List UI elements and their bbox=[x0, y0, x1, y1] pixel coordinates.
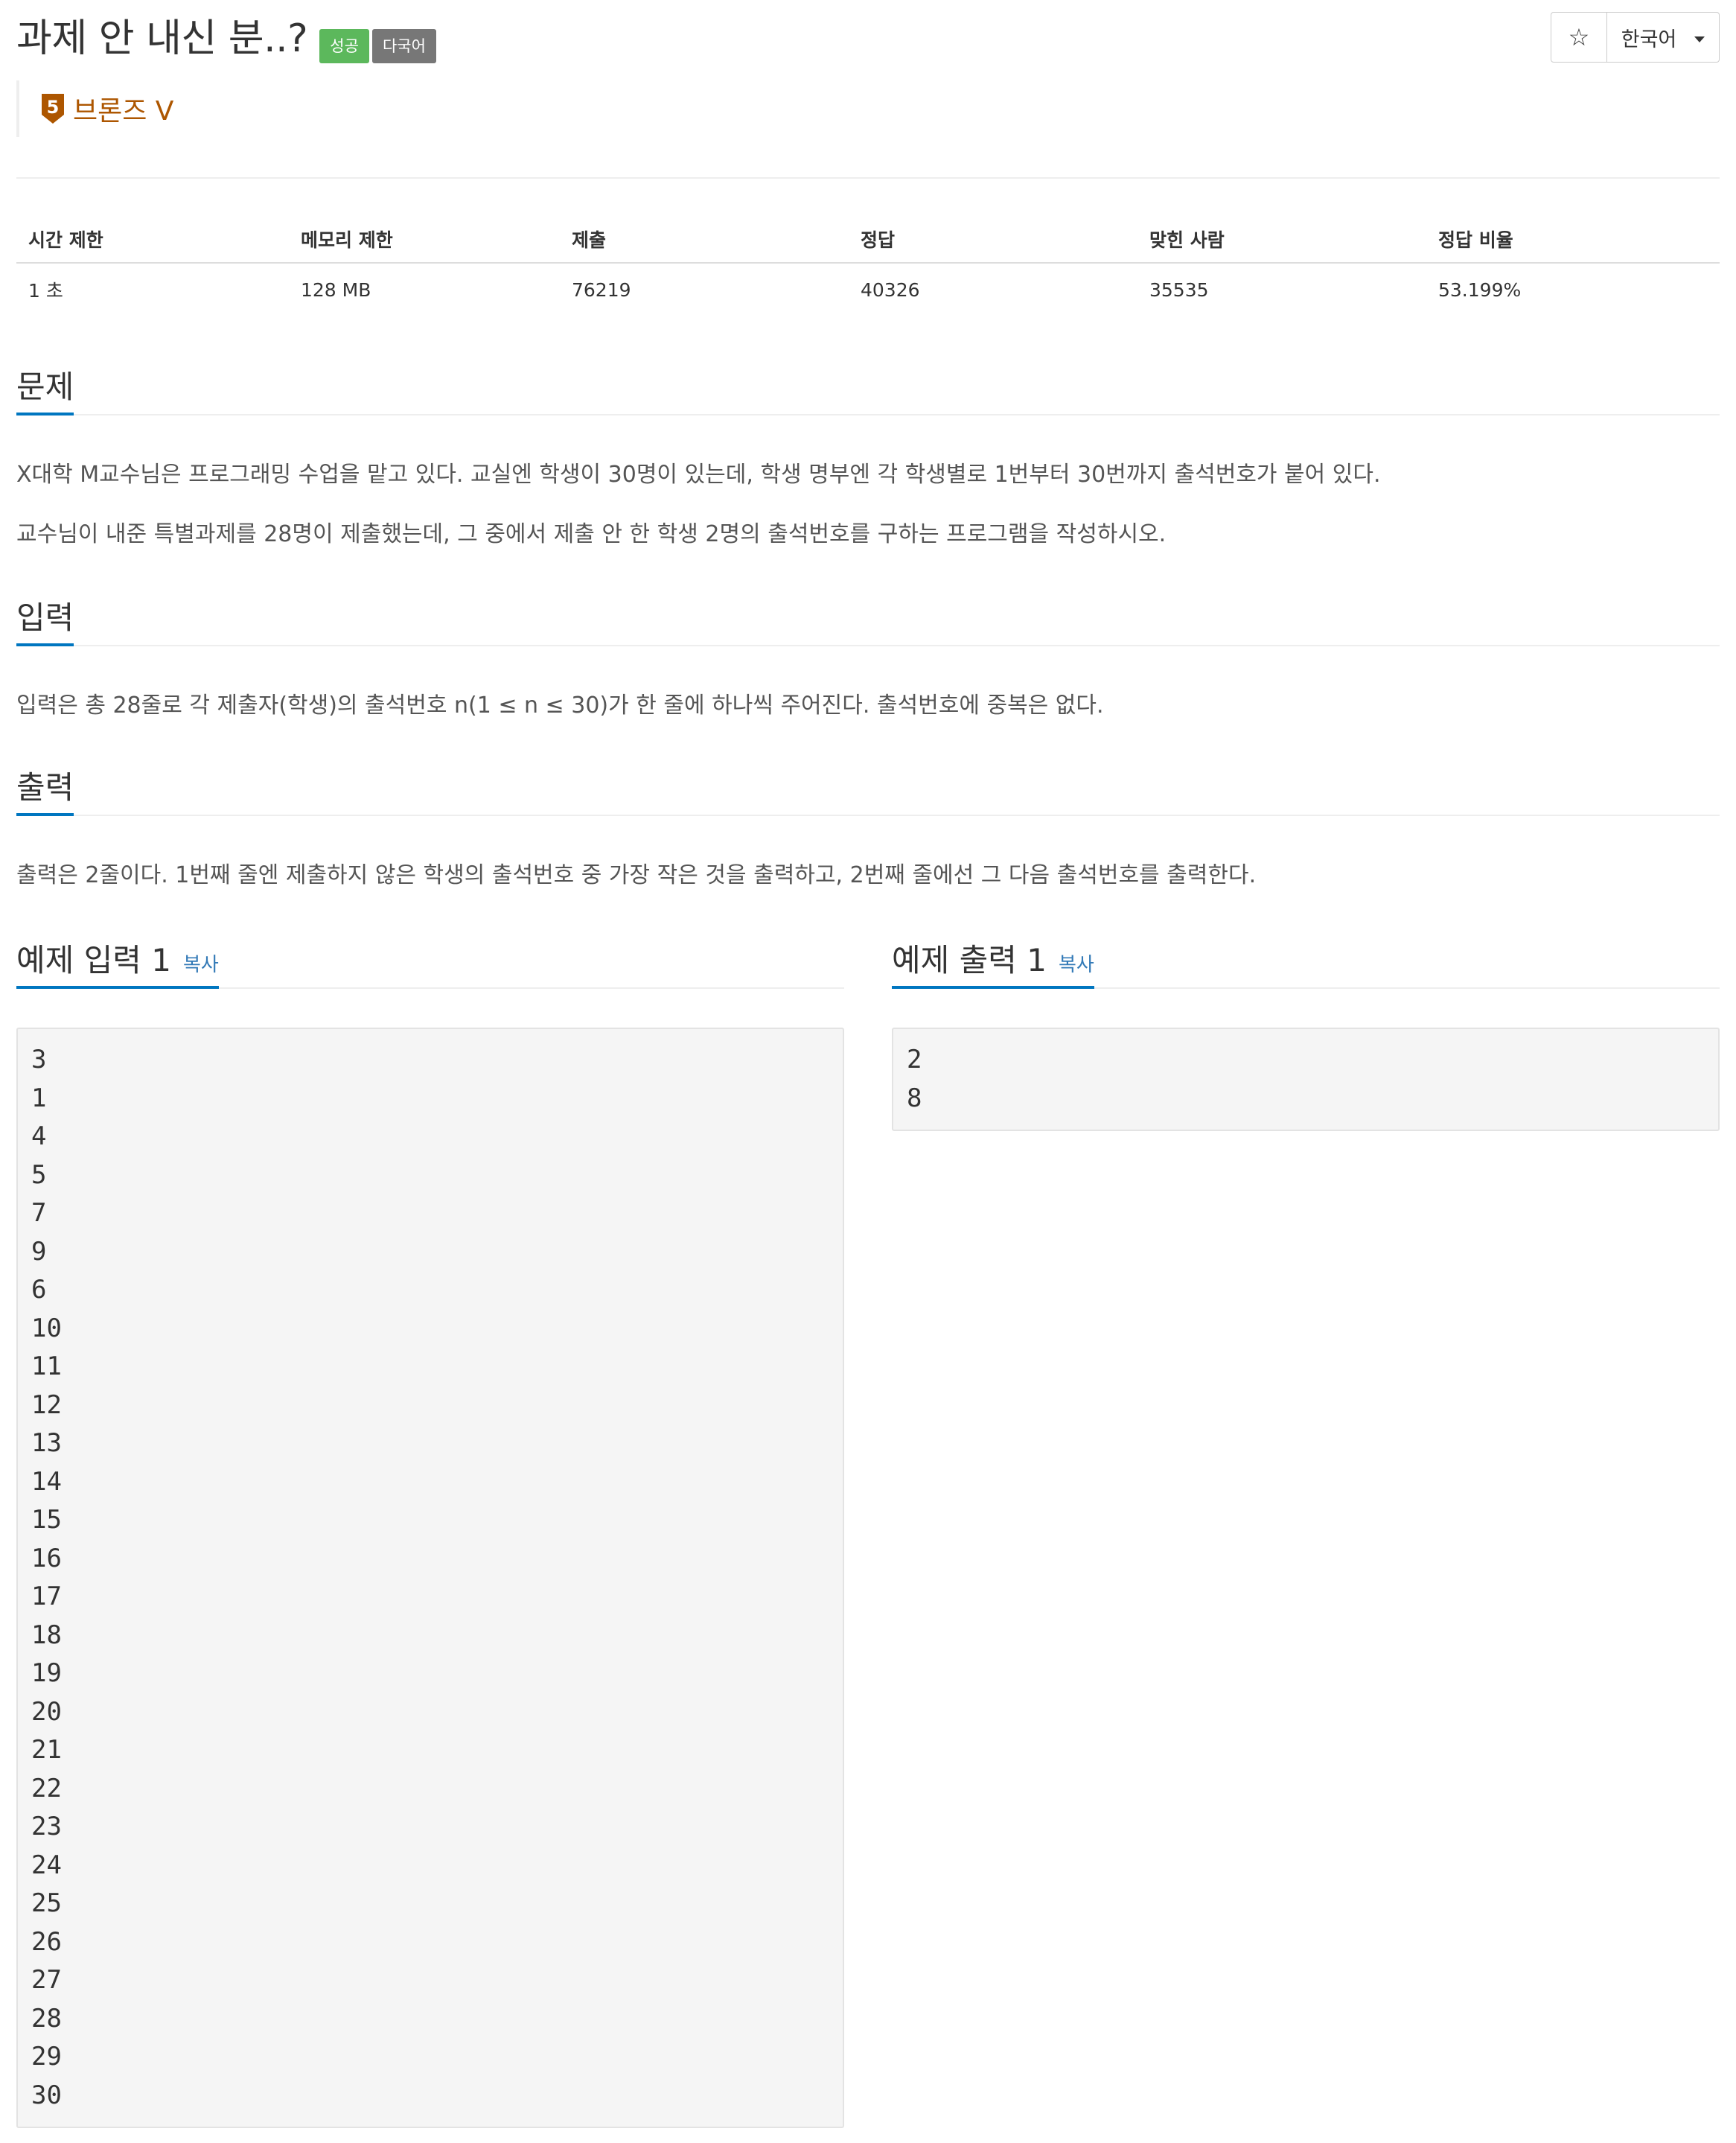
memory-limit-value: 128 MB bbox=[301, 278, 371, 301]
output-description: 출력은 2줄이다. 1번째 줄엔 제출하지 않은 학생의 출석번호 중 가장 작… bbox=[16, 862, 1257, 888]
header-solvers: 맞힌 사람 bbox=[1149, 229, 1225, 251]
header-submissions: 제출 bbox=[572, 229, 607, 251]
sample-output-headline: 예제 출력 1 복사 bbox=[892, 935, 1720, 989]
sample-input-box[interactable]: 3 1 4 5 7 9 6 10 11 12 13 14 15 16 17 18… bbox=[16, 1028, 844, 2128]
sample-input-heading: 예제 입력 1 복사 bbox=[16, 937, 219, 989]
header-actions: ☆ 한국어 bbox=[1551, 12, 1720, 63]
input-section: 입력 입력은 총 28줄로 각 제출자(학생)의 출석번호 n(1 ≤ n ≤ … bbox=[16, 593, 1720, 722]
divider bbox=[16, 177, 1720, 179]
sample-output-box[interactable]: 2 8 bbox=[892, 1028, 1720, 1131]
input-headline: 입력 bbox=[16, 593, 1720, 646]
description-heading: 문제 bbox=[16, 363, 74, 415]
output-heading: 출력 bbox=[16, 764, 74, 816]
time-limit-value: 1 초 bbox=[28, 280, 63, 302]
accept-ratio-value: 53.199% bbox=[1438, 278, 1522, 301]
problem-info-table: 시간 제한 메모리 제한 제출 정답 맞힌 사람 정답 비율 1 초 128 M… bbox=[16, 216, 1720, 316]
favorite-button[interactable]: ☆ bbox=[1551, 13, 1607, 62]
header-memory-limit: 메모리 제한 bbox=[301, 229, 393, 251]
star-icon: ☆ bbox=[1568, 23, 1590, 51]
input-description: 입력은 총 28줄로 각 제출자(학생)의 출석번호 n(1 ≤ n ≤ 30)… bbox=[16, 692, 1104, 719]
tier-badge[interactable]: 5 브론즈 V bbox=[16, 80, 173, 137]
accepted-value: 40326 bbox=[861, 278, 920, 301]
sample-output-title: 예제 출력 1 bbox=[892, 942, 1047, 978]
svg-text:5: 5 bbox=[47, 97, 60, 118]
copy-sample-output-link[interactable]: 복사 bbox=[1059, 954, 1094, 976]
header-time-limit: 시간 제한 bbox=[28, 229, 103, 251]
language-dropdown[interactable]: 한국어 bbox=[1607, 13, 1719, 62]
multilang-badge: 다국어 bbox=[371, 29, 436, 63]
solvers-value: 35535 bbox=[1149, 278, 1209, 301]
sample-input-title: 예제 입력 1 bbox=[16, 942, 171, 978]
header-accept-ratio: 정답 비율 bbox=[1438, 229, 1513, 251]
copy-sample-input-link[interactable]: 복사 bbox=[183, 954, 219, 976]
output-section: 출력 출력은 2줄이다. 1번째 줄엔 제출하지 않은 학생의 출석번호 중 가… bbox=[16, 762, 1720, 892]
input-heading: 입력 bbox=[16, 594, 74, 646]
tier-label: 브론즈 V bbox=[73, 96, 174, 127]
table-header-row: 시간 제한 메모리 제한 제출 정답 맞힌 사람 정답 비율 bbox=[16, 216, 1720, 264]
sample-input-headline: 예제 입력 1 복사 bbox=[16, 935, 844, 989]
sample-input-section: 예제 입력 1 복사 3 1 4 5 7 9 6 10 11 12 13 14 1… bbox=[16, 935, 844, 2128]
description-paragraph-1: X대학 M교수님은 프로그래밍 수업을 맡고 있다. 교실엔 학생이 30명이 … bbox=[16, 462, 1381, 488]
sample-output-heading: 예제 출력 1 복사 bbox=[892, 937, 1094, 989]
problem-title: 과제 안 내신 분..? bbox=[16, 16, 308, 61]
success-badge: 성공 bbox=[319, 29, 369, 63]
title-row: 과제 안 내신 분..? 성공 다국어 bbox=[16, 10, 436, 67]
bronze-tier-icon: 5 bbox=[40, 92, 66, 125]
description-headline: 문제 bbox=[16, 362, 1720, 415]
sample-output-section: 예제 출력 1 복사 2 8 bbox=[892, 935, 1720, 1131]
description-section: 문제 X대학 M교수님은 프로그래밍 수업을 맡고 있다. 교실엔 학생이 30… bbox=[16, 362, 1720, 551]
submissions-value: 76219 bbox=[572, 278, 631, 301]
header-accepted: 정답 bbox=[861, 229, 896, 251]
output-headline: 출력 bbox=[16, 762, 1720, 816]
language-label: 한국어 bbox=[1621, 28, 1677, 51]
caret-down-icon bbox=[1694, 36, 1705, 42]
table-row: 1 초 128 MB 76219 40326 35535 53.199% bbox=[16, 264, 1720, 316]
description-paragraph-2: 교수님이 내준 특별과제를 28명이 제출했는데, 그 중에서 제출 안 한 학… bbox=[16, 521, 1167, 547]
